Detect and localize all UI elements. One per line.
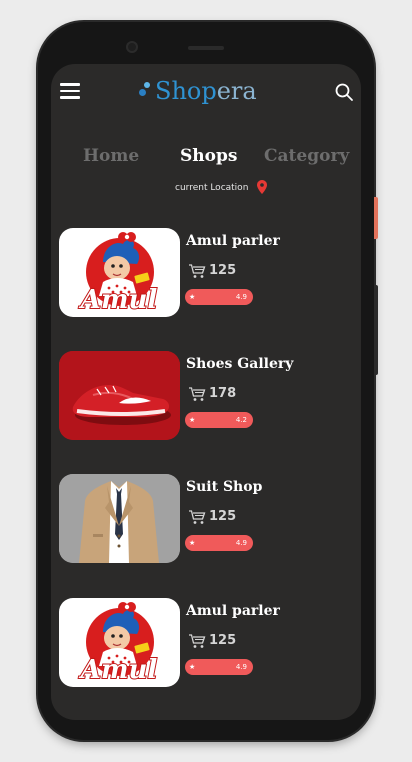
rating-value: 4.9 — [235, 539, 247, 547]
front-camera — [126, 41, 138, 53]
power-button — [374, 197, 378, 239]
shop-thumbnail-suit — [59, 474, 180, 563]
brand-name-part-2: era — [216, 77, 257, 105]
tab-shops[interactable]: Shops — [180, 142, 237, 170]
shop-name: Shoes Gallery — [186, 356, 294, 372]
rating-badge: ★ 4.2 — [185, 412, 253, 428]
shop-card[interactable]: Suit Shop 125 ★ 4.9 — [59, 474, 355, 566]
brand-name: Shopera — [155, 74, 257, 108]
brand-dots-icon — [139, 82, 151, 102]
rating-value: 4.9 — [235, 293, 247, 301]
hamburger-menu-icon[interactable] — [60, 83, 80, 99]
shop-thumbnail-amul: Amul — [59, 598, 180, 687]
rating-value: 4.2 — [235, 416, 247, 424]
current-location-label[interactable]: current Location — [175, 181, 248, 195]
svg-text:Amul: Amul — [78, 655, 158, 685]
shop-thumbnail-shoes — [59, 351, 180, 440]
star-icon: ★ — [189, 663, 196, 671]
rating-badge: ★ 4.9 — [185, 289, 253, 305]
tab-home[interactable]: Home — [83, 142, 139, 170]
shopping-cart-icon — [189, 264, 206, 278]
shop-name: Amul parler — [186, 603, 280, 619]
shopping-cart-icon — [189, 510, 206, 524]
shop-card[interactable]: Amul Amul parler 125 ★ 4.9 — [59, 598, 355, 690]
tab-category[interactable]: Category — [264, 142, 349, 170]
star-icon: ★ — [189, 293, 196, 301]
volume-button — [374, 285, 378, 375]
app-screen: Shopera Home Shops Category current Loca… — [51, 64, 361, 720]
shop-thumbnail-amul: Amul — [59, 228, 180, 317]
rating-badge: ★ 4.9 — [185, 535, 253, 551]
shop-name: Suit Shop — [186, 479, 263, 495]
shop-card[interactable]: Shoes Gallery 178 ★ 4.2 — [59, 351, 355, 443]
map-pin-icon[interactable] — [257, 180, 267, 194]
product-count: 125 — [209, 509, 237, 524]
shop-card[interactable]: Amul Amul parler 125 ★ 4.9 — [59, 228, 355, 320]
brand-logo: Shopera — [139, 74, 279, 108]
star-icon: ★ — [189, 539, 196, 547]
shop-name: Amul parler — [186, 233, 280, 249]
brand-name-part-1: Shop — [155, 77, 217, 105]
shopping-cart-icon — [189, 387, 206, 401]
star-icon: ★ — [189, 416, 196, 424]
rating-value: 4.9 — [235, 663, 247, 671]
shopping-cart-icon — [189, 634, 206, 648]
product-count: 178 — [209, 386, 237, 401]
earpiece-speaker — [188, 46, 224, 50]
svg-text:Amul: Amul — [78, 285, 158, 315]
rating-badge: ★ 4.9 — [185, 659, 253, 675]
product-count: 125 — [209, 263, 237, 278]
tab-bar: Home Shops Category — [51, 142, 361, 170]
product-count: 125 — [209, 633, 237, 648]
search-icon[interactable] — [334, 82, 354, 102]
